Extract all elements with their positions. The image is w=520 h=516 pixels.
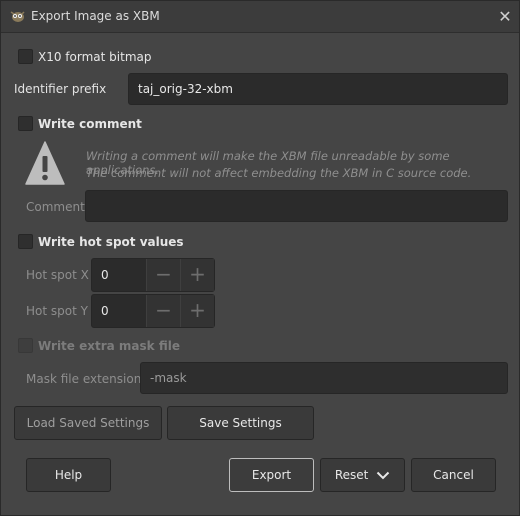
write-mask-label[interactable]: Write extra mask file bbox=[38, 339, 180, 353]
window-title: Export Image as XBM bbox=[31, 9, 160, 23]
write-hotspot-label[interactable]: Write hot spot values bbox=[38, 235, 184, 249]
close-icon[interactable]: ✕ bbox=[495, 7, 515, 27]
gimp-icon bbox=[10, 11, 25, 22]
mask-extension-input[interactable]: -mask bbox=[140, 362, 508, 394]
load-saved-settings-button[interactable]: Load Saved Settings bbox=[14, 406, 162, 440]
minus-icon[interactable]: − bbox=[146, 295, 180, 327]
hotspot-y-value[interactable]: 0 bbox=[101, 304, 109, 318]
warning-icon bbox=[25, 141, 65, 185]
write-comment-label[interactable]: Write comment bbox=[38, 117, 142, 131]
comment-label: Comment bbox=[26, 200, 85, 214]
hotspot-y-spinner[interactable]: 0 − + bbox=[91, 294, 215, 328]
export-xbm-dialog: Export Image as XBM ✕ X10 format bitmap … bbox=[0, 0, 520, 516]
comment-input[interactable] bbox=[85, 190, 508, 222]
reset-button[interactable]: Reset bbox=[320, 458, 405, 492]
reset-button-label: Reset bbox=[334, 468, 369, 482]
x10-format-checkbox[interactable] bbox=[18, 49, 33, 64]
hotspot-x-value[interactable]: 0 bbox=[101, 268, 109, 282]
write-hotspot-checkbox[interactable] bbox=[18, 234, 33, 249]
x10-format-label[interactable]: X10 format bitmap bbox=[38, 50, 151, 64]
identifier-prefix-input[interactable]: taj_orig-32-xbm bbox=[128, 73, 508, 105]
chevron-down-icon bbox=[376, 471, 390, 480]
minus-icon[interactable]: − bbox=[146, 259, 180, 291]
write-comment-checkbox[interactable] bbox=[18, 116, 33, 131]
plus-icon[interactable]: + bbox=[180, 295, 214, 327]
cancel-button[interactable]: Cancel bbox=[411, 458, 496, 492]
identifier-prefix-label: Identifier prefix bbox=[14, 82, 107, 96]
hotspot-x-spinner[interactable]: 0 − + bbox=[91, 258, 215, 292]
write-mask-checkbox[interactable] bbox=[18, 338, 33, 353]
hotspot-y-label: Hot spot Y bbox=[26, 304, 88, 318]
help-button[interactable]: Help bbox=[26, 458, 111, 492]
export-button[interactable]: Export bbox=[229, 458, 314, 492]
mask-extension-label: Mask file extensions bbox=[26, 372, 148, 386]
comment-warning-line2: The comment will not affect embedding th… bbox=[86, 166, 472, 180]
title-bar[interactable]: Export Image as XBM ✕ bbox=[1, 1, 519, 33]
plus-icon[interactable]: + bbox=[180, 259, 214, 291]
hotspot-x-label: Hot spot X bbox=[26, 268, 89, 282]
save-settings-button[interactable]: Save Settings bbox=[167, 406, 314, 440]
